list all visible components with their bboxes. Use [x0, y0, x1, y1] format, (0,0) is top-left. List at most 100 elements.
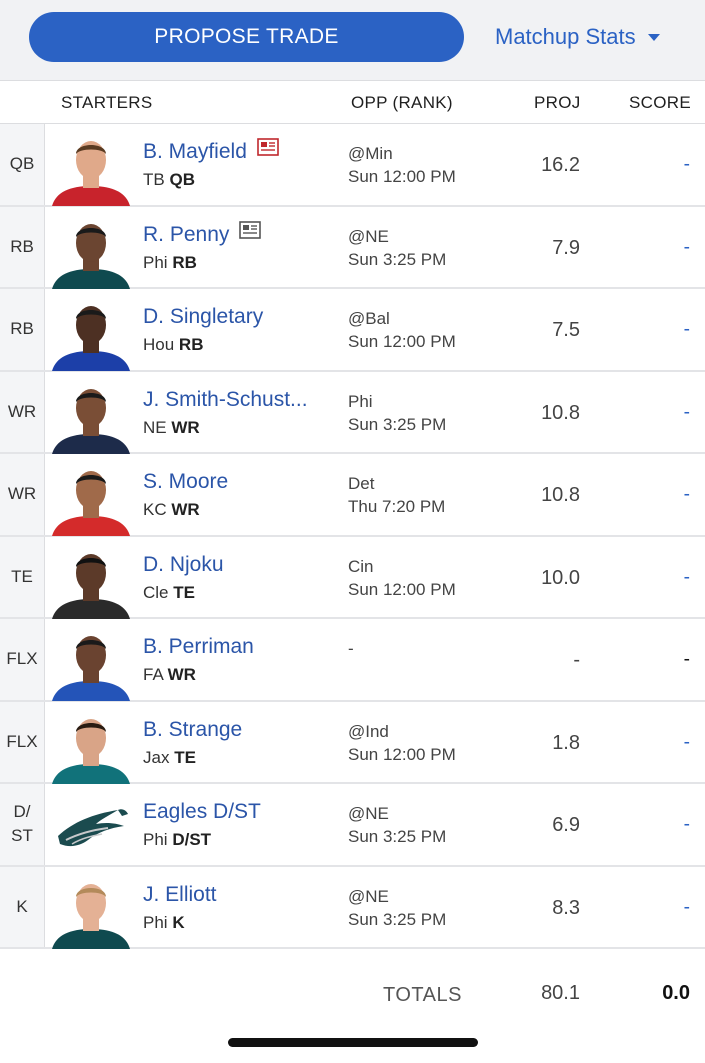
header-proj[interactable]: PROJ: [534, 93, 581, 113]
player-name-link[interactable]: B. Strange: [143, 718, 242, 742]
player-name: D. Singletary: [143, 305, 264, 328]
player-row: TE D. Njoku Cle TE Cin Sun 12:00 PM 10.0…: [0, 536, 705, 619]
player-row: FLX B. Strange Jax TE @Ind Sun 12:00 PM …: [0, 701, 705, 784]
player-position: WR: [171, 500, 200, 519]
totals-score: 0.0: [662, 982, 690, 1004]
player-position: TE: [173, 582, 195, 602]
header-score[interactable]: SCORE: [629, 93, 691, 113]
header-starters: STARTERS: [61, 93, 153, 112]
game-time: Sun 3:25 PM: [348, 414, 447, 434]
game-time: Sun 12:00 PM: [348, 579, 456, 599]
player-row: K J. Elliott Phi K @NE Sun 3:25 PM 8.3 -: [0, 866, 705, 949]
player-name-link[interactable]: B. Perriman: [143, 635, 254, 659]
player-name-link[interactable]: R. Penny: [143, 221, 262, 247]
roster-slot[interactable]: QB: [0, 124, 45, 205]
roster-slot[interactable]: WR: [0, 371, 45, 452]
player-team: Jax: [143, 747, 170, 767]
player-team: TB: [143, 170, 165, 189]
score-value[interactable]: -: [640, 649, 690, 671]
score-value[interactable]: -: [640, 154, 690, 176]
player-name-link[interactable]: S. Moore: [143, 470, 228, 494]
player-position: RB: [178, 335, 204, 354]
player-headshot: [48, 710, 134, 784]
player-team: Hou: [143, 335, 175, 354]
player-team-position: Hou RB: [143, 335, 203, 355]
score-value[interactable]: -: [640, 319, 690, 341]
player-name-link[interactable]: J. Elliott: [143, 883, 217, 907]
opponent: Cin: [348, 556, 374, 576]
player-row: WR J. Smith-Schust... NE WR Phi Sun 3:25…: [0, 371, 705, 454]
player-team-position: Jax TE: [143, 748, 196, 768]
eagles-logo-icon: [48, 792, 134, 866]
score-value[interactable]: -: [640, 897, 690, 919]
score-value[interactable]: -: [640, 567, 690, 589]
top-toolbar: PROPOSE TRADE Matchup Stats: [0, 0, 705, 80]
player-position: D/ST: [172, 830, 212, 849]
home-indicator[interactable]: [228, 1038, 478, 1047]
score-value[interactable]: -: [640, 237, 690, 259]
player-headshot: [48, 462, 134, 536]
player-headshot: [48, 132, 134, 206]
score-value[interactable]: -: [640, 402, 690, 424]
player-headshot: [48, 297, 134, 371]
player-name-link[interactable]: J. Smith-Schust...: [143, 388, 308, 412]
news-icon[interactable]: [239, 221, 262, 245]
player-name: Eagles D/ST: [143, 800, 261, 823]
game-time: Sun 12:00 PM: [348, 332, 456, 351]
player-name-link[interactable]: D. Njoku: [143, 553, 224, 577]
player-position: TE: [174, 747, 196, 767]
roster-slot[interactable]: D/ ST: [0, 784, 45, 865]
matchup-stats-dropdown[interactable]: Matchup Stats: [495, 24, 660, 50]
projected-points: 1.8: [552, 731, 580, 754]
score-value[interactable]: -: [640, 484, 690, 506]
player-team-position: Phi K: [143, 913, 185, 933]
roster-slot[interactable]: TE: [0, 536, 45, 617]
projected-points: 10.0: [541, 566, 580, 589]
projected-points: 10.8: [541, 401, 580, 424]
game-time: Sun 3:25 PM: [348, 827, 447, 846]
score-value[interactable]: -: [640, 814, 690, 836]
player-team: KC: [143, 500, 167, 519]
roster-slot[interactable]: RB: [0, 206, 45, 287]
player-headshot: [48, 380, 134, 454]
header-opp-rank[interactable]: OPP (RANK): [351, 93, 453, 113]
game-time: Sun 3:25 PM: [348, 249, 447, 269]
roster-slot[interactable]: RB: [0, 289, 45, 370]
roster-slot[interactable]: WR: [0, 454, 45, 535]
projected-points: 16.2: [541, 154, 580, 176]
projected-points: 7.9: [552, 236, 580, 259]
player-name-link[interactable]: Eagles D/ST: [143, 800, 261, 824]
score-value[interactable]: -: [640, 732, 690, 754]
player-position: WR: [167, 665, 196, 684]
player-team-position: Phi D/ST: [143, 830, 211, 850]
projected-points: -: [573, 649, 580, 671]
opponent: Phi: [348, 391, 373, 411]
player-headshot: [48, 545, 134, 619]
player-headshot: [48, 875, 134, 949]
player-row: D/ ST Eagles D/ST Phi D/ST @NE Sun 3:25 …: [0, 784, 705, 867]
roster-slot[interactable]: FLX: [0, 619, 45, 700]
game-time: Thu 7:20 PM: [348, 497, 446, 516]
opponent: -: [348, 639, 354, 658]
player-name-link[interactable]: D. Singletary: [143, 305, 263, 329]
player-name: B. Perriman: [143, 635, 254, 658]
totals-proj: 80.1: [541, 982, 580, 1004]
player-row: FLX B. Perriman FA WR - - -: [0, 619, 705, 702]
chevron-down-icon: [647, 33, 660, 41]
player-row: WR S. Moore KC WR Det Thu 7:20 PM 10.8 -: [0, 454, 705, 537]
player-row: QB B. Mayfield TB QB @Min Sun 12:00 PM 1…: [0, 124, 705, 207]
player-team: Phi: [143, 252, 168, 272]
starters-table: QB B. Mayfield TB QB @Min Sun 12:00 PM 1…: [0, 124, 705, 949]
player-team-position: NE WR: [143, 418, 200, 438]
roster-slot[interactable]: K: [0, 866, 45, 947]
roster-slot[interactable]: FLX: [0, 701, 45, 782]
player-name-link[interactable]: B. Mayfield: [143, 138, 279, 164]
opponent: @NE: [348, 804, 389, 823]
player-name: B. Mayfield: [143, 140, 247, 163]
news-icon[interactable]: [257, 138, 279, 162]
matchup-stats-label: Matchup Stats: [495, 24, 636, 49]
totals-label: TOTALS: [383, 984, 462, 1006]
projected-points: 10.8: [541, 484, 580, 506]
opponent: @Min: [348, 144, 393, 163]
propose-trade-button[interactable]: PROPOSE TRADE: [29, 12, 464, 62]
